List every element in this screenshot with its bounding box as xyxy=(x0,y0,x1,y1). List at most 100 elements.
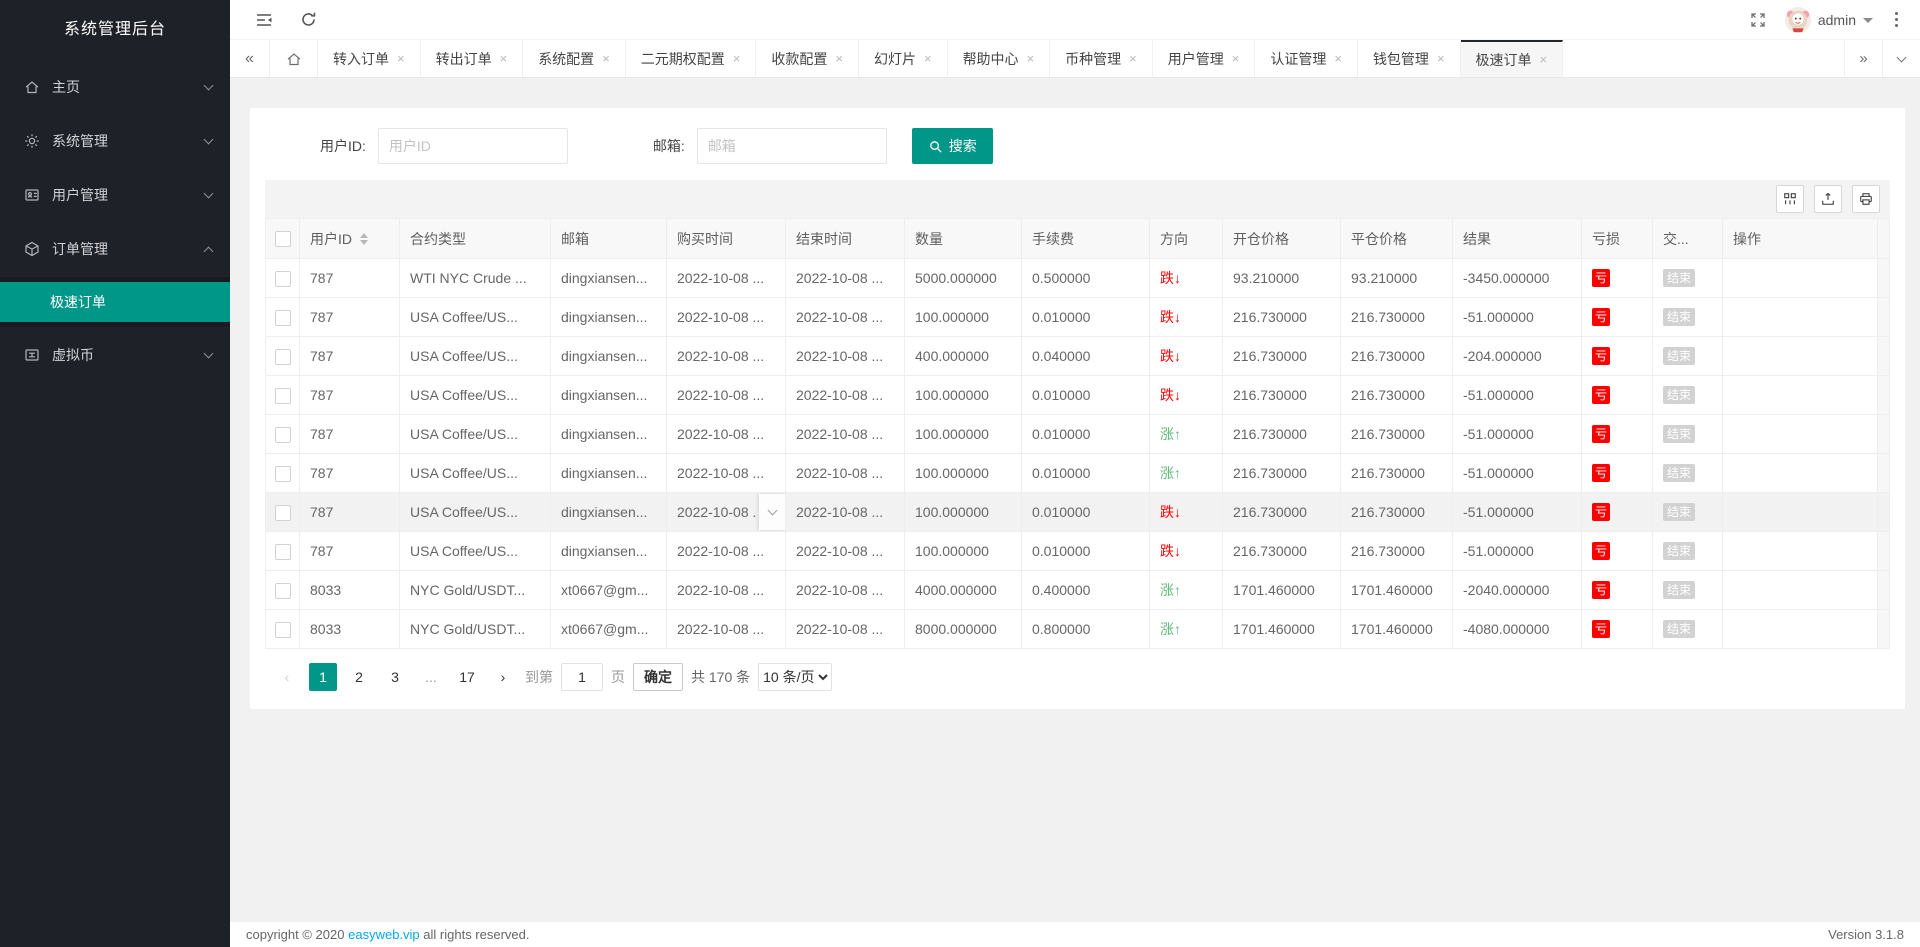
tab-close-icon[interactable]: × xyxy=(1129,51,1137,66)
cell-result: -4080.000000 xyxy=(1453,610,1582,649)
sidebar-item-label: 主页 xyxy=(52,77,80,97)
cell-amount: 100.000000 xyxy=(905,532,1022,571)
table-row: 787 USA Coffee/US... dingxiansen... 2022… xyxy=(266,454,1890,493)
cell-operation xyxy=(1723,337,1878,376)
column-header: 结果 xyxy=(1453,219,1582,259)
page-next[interactable]: › xyxy=(489,663,517,691)
tab-close-icon[interactable]: × xyxy=(1437,51,1445,66)
tabs-scroll-right[interactable]: » xyxy=(1844,40,1882,77)
goto-confirm-button[interactable]: 确定 xyxy=(633,663,683,691)
column-header: 手续费 xyxy=(1022,219,1150,259)
cell-user-id: 787 xyxy=(300,376,400,415)
goto-prefix-label: 到第 xyxy=(525,667,553,687)
row-checkbox[interactable] xyxy=(275,544,291,560)
tab[interactable]: 转入订单 × xyxy=(318,40,421,77)
search-button[interactable]: 搜索 xyxy=(912,128,993,164)
page-size-select[interactable]: 10 条/页 xyxy=(758,663,832,691)
row-checkbox[interactable] xyxy=(275,271,291,287)
sidebar-item-home[interactable]: 主页 xyxy=(0,60,230,114)
tab-close-icon[interactable]: × xyxy=(602,51,610,66)
status-badge: 结束 xyxy=(1663,620,1695,638)
tab-close-icon[interactable]: × xyxy=(1232,51,1240,66)
menu-collapse-icon[interactable] xyxy=(255,11,273,29)
fullscreen-icon[interactable] xyxy=(1749,11,1767,29)
cell-operation xyxy=(1723,298,1878,337)
row-checkbox[interactable] xyxy=(275,583,291,599)
status-badge: 结束 xyxy=(1663,581,1695,599)
sidebar-item-users[interactable]: 用户管理 xyxy=(0,168,230,222)
cell-email: dingxiansen... xyxy=(551,376,667,415)
user-menu[interactable]: admin xyxy=(1785,7,1873,33)
row-checkbox[interactable] xyxy=(275,349,291,365)
tab[interactable]: 收款配置 × xyxy=(756,40,859,77)
select-all-checkbox[interactable] xyxy=(275,231,291,247)
export-button[interactable] xyxy=(1814,185,1842,213)
refresh-icon[interactable] xyxy=(299,11,317,29)
row-checkbox[interactable] xyxy=(275,505,291,521)
email-input[interactable] xyxy=(697,128,887,164)
app-title: 系统管理后台 xyxy=(0,0,230,60)
orders-card: 用户ID: 邮箱: 搜索 xyxy=(250,108,1905,709)
cell-expand-button[interactable] xyxy=(759,494,785,530)
tab[interactable]: 系统配置 × xyxy=(523,40,626,77)
sidebar-item-system[interactable]: 系统管理 xyxy=(0,114,230,168)
cell-result: -51.000000 xyxy=(1453,532,1582,571)
cell-operation xyxy=(1723,493,1878,532)
row-checkbox[interactable] xyxy=(275,427,291,443)
scrollbar-gutter xyxy=(1878,532,1890,571)
user-id-input[interactable] xyxy=(378,128,568,164)
pagination: ‹ 1 2 3 ... 17 › 到第 页 确定 共 170 条 10 条/页 xyxy=(265,663,1890,691)
sidebar-item-orders[interactable]: 订单管理 xyxy=(0,222,230,276)
tab[interactable]: 幻灯片 × xyxy=(859,40,948,77)
tab-close-icon[interactable]: × xyxy=(733,51,741,66)
tab[interactable]: 认证管理 × xyxy=(1255,40,1358,77)
table-row: 8033 NYC Gold/USDT... xt0667@gm... 2022-… xyxy=(266,571,1890,610)
tab-home[interactable] xyxy=(270,40,318,77)
page-number[interactable]: 3 xyxy=(381,663,409,691)
tab[interactable]: 转出订单 × xyxy=(421,40,524,77)
tabs-menu-toggle[interactable] xyxy=(1882,40,1920,77)
page-number[interactable]: 17 xyxy=(453,663,481,691)
goto-page-input[interactable] xyxy=(561,663,603,691)
column-header: 结束时间 xyxy=(786,219,905,259)
user-id-label: 用户ID: xyxy=(320,136,366,156)
sidebar-item-crypto[interactable]: 虚拟币 xyxy=(0,328,230,382)
tab[interactable]: 币种管理 × xyxy=(1050,40,1153,77)
easyweb-link[interactable]: easyweb.vip xyxy=(348,927,420,942)
status-badge: 结束 xyxy=(1663,269,1695,287)
tab-close-icon[interactable]: × xyxy=(1540,52,1548,67)
sidebar-subitem-fast-orders[interactable]: 极速订单 xyxy=(0,282,230,322)
row-checkbox[interactable] xyxy=(275,310,291,326)
row-checkbox[interactable] xyxy=(275,466,291,482)
tabs-scroll-left[interactable]: « xyxy=(230,40,270,77)
column-header: 邮箱 xyxy=(551,219,667,259)
cell-fee: 0.040000 xyxy=(1022,337,1150,376)
tab[interactable]: 二元期权配置 × xyxy=(626,40,757,77)
tab[interactable]: 帮助中心 × xyxy=(948,40,1051,77)
filter-columns-button[interactable] xyxy=(1776,185,1804,213)
cell-fee: 0.500000 xyxy=(1022,259,1150,298)
tab-close-icon[interactable]: × xyxy=(1027,51,1035,66)
tab-close-icon[interactable]: × xyxy=(1334,51,1342,66)
scrollbar-gutter xyxy=(1878,571,1890,610)
print-button[interactable] xyxy=(1852,185,1880,213)
tab[interactable]: 钱包管理 × xyxy=(1358,40,1461,77)
tab-label: 收款配置 xyxy=(771,49,827,69)
tab-close-icon[interactable]: × xyxy=(924,51,932,66)
page-number[interactable]: 1 xyxy=(309,663,337,691)
tab-close-icon[interactable]: × xyxy=(835,51,843,66)
cell-open-price: 216.730000 xyxy=(1223,415,1341,454)
tab-close-icon[interactable]: × xyxy=(500,51,508,66)
cell-user-id: 787 xyxy=(300,532,400,571)
more-vertical-icon[interactable] xyxy=(1891,8,1902,31)
tab-close-icon[interactable]: × xyxy=(397,51,405,66)
row-checkbox[interactable] xyxy=(275,622,291,638)
tab-label: 极速订单 xyxy=(1476,50,1532,70)
sidebar-item-label: 用户管理 xyxy=(52,185,108,205)
tab[interactable]: 用户管理 × xyxy=(1153,40,1256,77)
tab[interactable]: 极速订单 × xyxy=(1461,40,1564,77)
row-checkbox[interactable] xyxy=(275,388,291,404)
page-number[interactable]: 2 xyxy=(345,663,373,691)
sort-icon[interactable] xyxy=(360,233,368,245)
cell-contract: USA Coffee/US... xyxy=(400,337,551,376)
